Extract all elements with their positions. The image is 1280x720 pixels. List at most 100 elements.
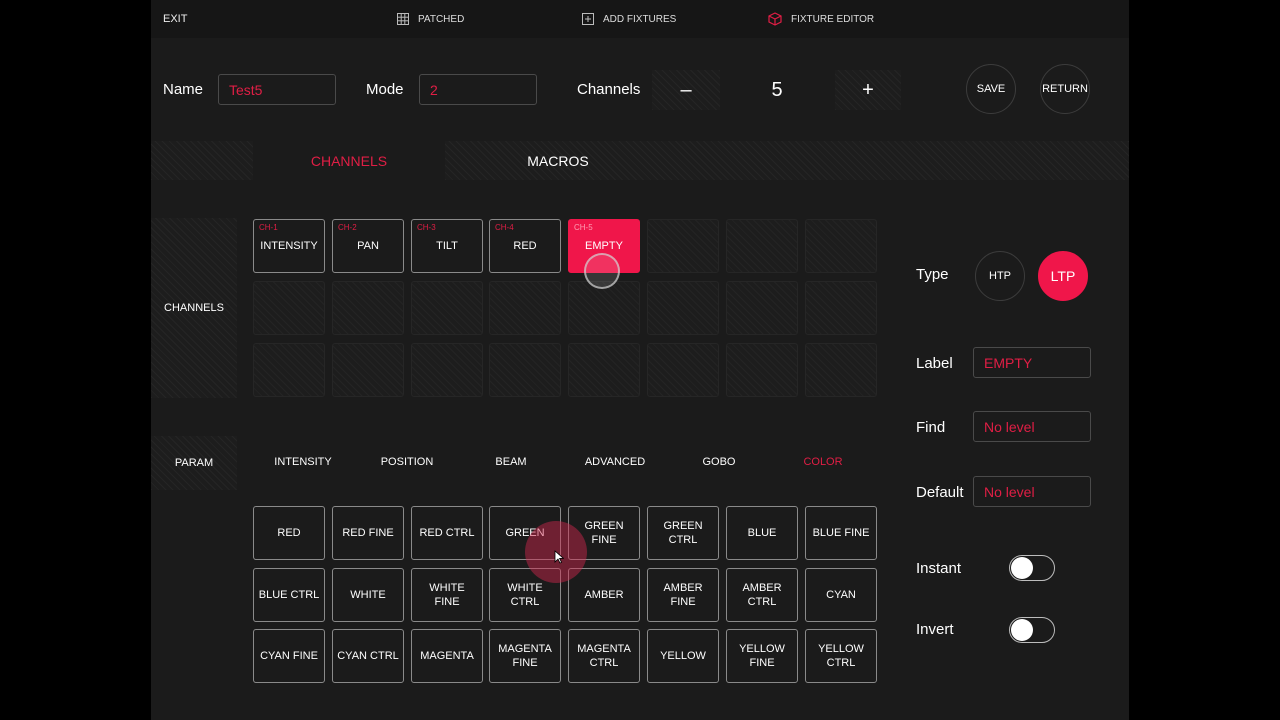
find-label: Find: [916, 419, 946, 436]
channels-section-label: CHANNELS: [151, 218, 237, 398]
channel-cell-3[interactable]: CH-3 TILT: [411, 219, 483, 273]
channel-count: 5: [771, 78, 783, 101]
param-button-blue[interactable]: BLUE: [726, 506, 798, 560]
param-button-magenta-fine[interactable]: MAGENTA FINE: [489, 629, 561, 683]
label-field[interactable]: EMPTY: [973, 347, 1091, 378]
empty-channel-slot[interactable]: [805, 219, 877, 273]
param-button-cyan-ctrl[interactable]: CYAN CTRL: [332, 629, 404, 683]
ltp-button-selected[interactable]: LTP: [1038, 251, 1088, 301]
return-button[interactable]: RETURN: [1040, 64, 1090, 114]
category-position[interactable]: POSITION: [357, 452, 457, 472]
empty-channel-slot[interactable]: [332, 281, 404, 335]
instant-toggle[interactable]: [1009, 555, 1055, 581]
increment-channels-button[interactable]: +: [835, 70, 901, 110]
empty-channel-slot[interactable]: [647, 281, 719, 335]
tab-channels[interactable]: CHANNELS: [253, 141, 445, 180]
plus-box-icon: [582, 13, 594, 25]
param-button-red[interactable]: RED: [253, 506, 325, 560]
param-button-amber[interactable]: AMBER: [568, 568, 640, 622]
empty-channel-slot[interactable]: [411, 281, 483, 335]
param-button-white[interactable]: WHITE: [332, 568, 404, 622]
empty-channel-slot[interactable]: [726, 219, 798, 273]
empty-channel-slot[interactable]: [805, 281, 877, 335]
empty-channel-slot[interactable]: [332, 343, 404, 397]
channel-name: RED: [513, 240, 537, 252]
param-button-red-fine[interactable]: RED FINE: [332, 506, 404, 560]
add-fixtures-label: ADD FIXTURES: [603, 13, 677, 25]
category-gobo[interactable]: GOBO: [669, 452, 769, 472]
empty-channel-slot[interactable]: [726, 343, 798, 397]
label-label: Label: [916, 355, 953, 372]
empty-channel-slot[interactable]: [253, 281, 325, 335]
mode-field[interactable]: 2: [419, 74, 537, 105]
type-label: Type: [916, 266, 949, 283]
empty-channel-slot[interactable]: [647, 343, 719, 397]
default-field[interactable]: No level: [973, 476, 1091, 507]
htp-button[interactable]: HTP: [975, 251, 1025, 301]
default-label: Default: [916, 484, 964, 501]
fixture-editor-app: EXIT PATCHED ADD FIXTURES FIXTURE EDITOR…: [151, 0, 1129, 720]
invert-toggle[interactable]: [1009, 617, 1055, 643]
add-fixtures-button[interactable]: ADD FIXTURES: [582, 0, 676, 38]
empty-channel-slot[interactable]: [411, 343, 483, 397]
exit-button[interactable]: EXIT: [163, 0, 187, 38]
mouse-cursor-icon: [554, 550, 564, 564]
name-field[interactable]: Test5: [218, 74, 336, 105]
patched-label: PATCHED: [418, 13, 465, 25]
channel-cell-1[interactable]: CH-1 INTENSITY: [253, 219, 325, 273]
channel-name: INTENSITY: [260, 240, 318, 252]
mode-label: Mode: [366, 81, 404, 98]
category-color-selected[interactable]: COLOR: [773, 452, 873, 472]
empty-channel-slot[interactable]: [489, 281, 561, 335]
param-button-white-fine[interactable]: WHITE FINE: [411, 568, 483, 622]
channel-name: TILT: [436, 240, 458, 252]
category-advanced[interactable]: ADVANCED: [565, 452, 665, 472]
tab-spacer: [151, 141, 253, 180]
empty-channel-slot[interactable]: [805, 343, 877, 397]
find-field[interactable]: No level: [973, 411, 1091, 442]
param-button-amber-fine[interactable]: AMBER FINE: [647, 568, 719, 622]
exit-label: EXIT: [163, 13, 188, 25]
param-button-yellow-fine[interactable]: YELLOW FINE: [726, 629, 798, 683]
patched-button[interactable]: PATCHED: [397, 0, 464, 38]
invert-label: Invert: [916, 621, 954, 638]
fixture-editor-button[interactable]: FIXTURE EDITOR: [768, 0, 874, 38]
fixture-editor-label: FIXTURE EDITOR: [791, 13, 875, 25]
empty-channel-slot[interactable]: [647, 219, 719, 273]
name-label: Name: [163, 81, 204, 98]
param-button-yellow-ctrl[interactable]: YELLOW CTRL: [805, 629, 877, 683]
param-button-cyan-fine[interactable]: CYAN FINE: [253, 629, 325, 683]
channel-name: PAN: [357, 240, 379, 252]
save-button[interactable]: SAVE: [966, 64, 1016, 114]
param-button-magenta[interactable]: MAGENTA: [411, 629, 483, 683]
grid-icon: [397, 13, 409, 25]
param-button-green-ctrl[interactable]: GREEN CTRL: [647, 506, 719, 560]
cube-icon: [768, 12, 782, 26]
param-button-blue-fine[interactable]: BLUE FINE: [805, 506, 877, 560]
category-beam[interactable]: BEAM: [461, 452, 561, 472]
tab-macros[interactable]: MACROS: [498, 141, 618, 180]
param-button-blue-ctrl[interactable]: BLUE CTRL: [253, 568, 325, 622]
empty-channel-slot[interactable]: [568, 281, 640, 335]
param-button-magenta-ctrl[interactable]: MAGENTA CTRL: [568, 629, 640, 683]
param-button-amber-ctrl[interactable]: AMBER CTRL: [726, 568, 798, 622]
empty-channel-slot[interactable]: [726, 281, 798, 335]
editor-tabs: CHANNELS MACROS: [151, 141, 1129, 180]
channel-cell-2[interactable]: CH-2 PAN: [332, 219, 404, 273]
channel-cell-4[interactable]: CH-4 RED: [489, 219, 561, 273]
param-button-yellow[interactable]: YELLOW: [647, 629, 719, 683]
decrement-channels-button[interactable]: –: [652, 70, 720, 110]
param-section-label: PARAM: [151, 436, 237, 490]
empty-channel-slot[interactable]: [253, 343, 325, 397]
empty-channel-slot[interactable]: [568, 343, 640, 397]
category-intensity[interactable]: INTENSITY: [253, 452, 353, 472]
toggle-knob: [1011, 619, 1033, 641]
top-bar: EXIT PATCHED ADD FIXTURES FIXTURE EDITOR: [151, 0, 1129, 38]
touch-indicator: [584, 253, 620, 289]
param-button-cyan[interactable]: CYAN: [805, 568, 877, 622]
param-button-red-ctrl[interactable]: RED CTRL: [411, 506, 483, 560]
empty-channel-slot[interactable]: [489, 343, 561, 397]
toggle-knob: [1011, 557, 1033, 579]
channels-label: Channels: [577, 81, 641, 98]
instant-label: Instant: [916, 560, 962, 577]
